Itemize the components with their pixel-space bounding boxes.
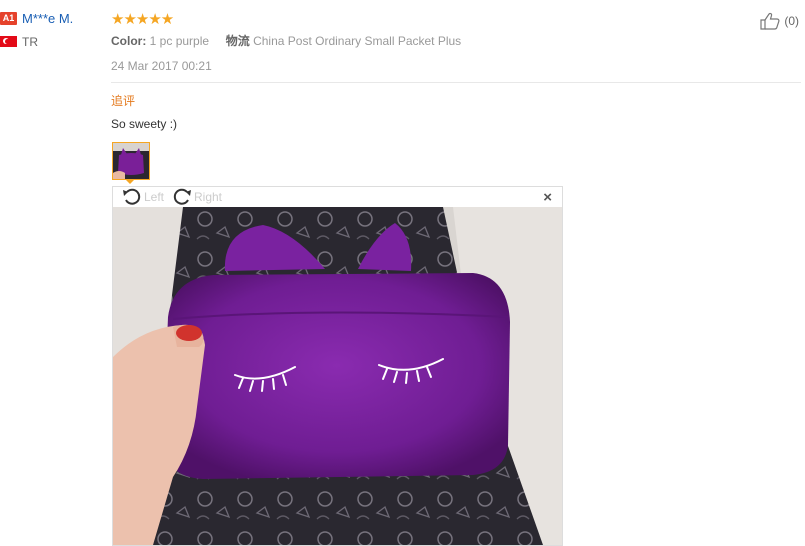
order-attributes: Color: 1 pc purple 物流 China Post Ordinar… — [111, 32, 461, 49]
reviewer-country: TR — [22, 35, 38, 49]
color-value: 1 pc purple — [149, 34, 210, 48]
close-viewer-button[interactable]: × — [543, 189, 552, 206]
rotate-right-icon — [173, 188, 191, 205]
rotate-left-button[interactable]: Left — [122, 188, 164, 206]
rotate-left-icon — [123, 188, 141, 205]
review-photo-thumbnail[interactable] — [112, 142, 150, 180]
reviewer-name[interactable]: M***e M. — [22, 11, 73, 26]
shipping-label: 物流 — [225, 34, 250, 48]
helpful-button[interactable]: (0) — [760, 12, 799, 30]
divider — [111, 82, 801, 83]
bag-photo-thumb — [113, 143, 149, 179]
helpful-count: (0) — [784, 14, 799, 28]
buyer-level-badge: A1 — [0, 12, 17, 25]
rotate-left-label: Left — [144, 190, 165, 204]
review-photo — [113, 207, 562, 545]
turkey-flag-icon — [0, 36, 17, 47]
viewer-toolbar: Left Right × — [113, 187, 562, 207]
review-date: 24 Mar 2017 00:21 — [111, 59, 212, 73]
thumbs-up-icon — [760, 12, 780, 30]
photo-viewer: Left Right × — [112, 186, 563, 546]
rotate-right-label: Right — [194, 190, 223, 204]
shipping-value: China Post Ordinary Small Packet Plus — [253, 34, 462, 48]
thumbnail-pointer — [125, 179, 135, 184]
followup-label: 追评 — [111, 94, 136, 108]
color-label: Color: — [111, 34, 147, 48]
rotate-right-button[interactable]: Right — [172, 188, 222, 206]
star-rating: ★★★★★ — [111, 11, 174, 28]
followup-text: So sweety :) — [111, 117, 178, 131]
